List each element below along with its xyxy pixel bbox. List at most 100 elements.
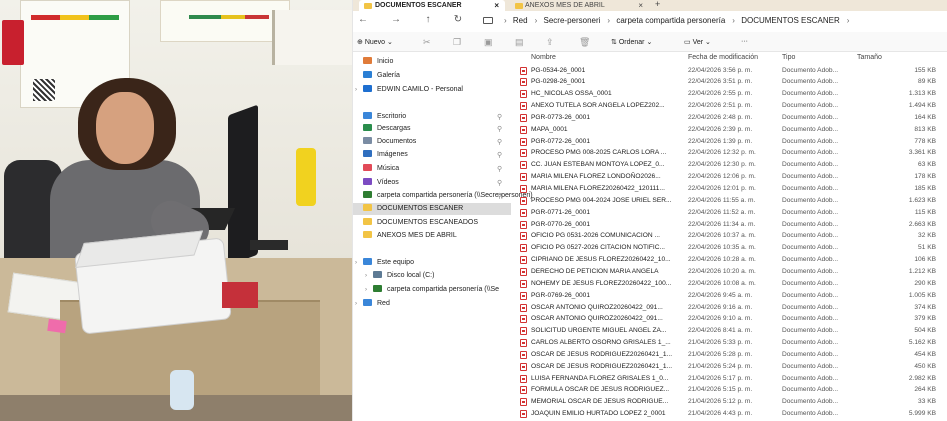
breadcrumb-item[interactable]: Red	[513, 16, 528, 25]
more-options-button[interactable]: ···	[741, 38, 748, 45]
videos-icon	[363, 178, 372, 185]
forward-arrow-icon[interactable]: →	[388, 14, 404, 25]
up-arrow-icon[interactable]: ↑	[420, 14, 436, 25]
file-row[interactable]: PROCESO PMG 004-2024 JOSE URIEL SER... 22…	[513, 195, 947, 207]
chevron-right-icon[interactable]: ›	[355, 301, 357, 307]
sidebar-item[interactable]: Galería	[363, 70, 400, 82]
file-row[interactable]: PGR-0772-26_0001 22/04/2026 1:39 p. m. Doc…	[513, 136, 947, 148]
share-icon[interactable]: ⇪	[546, 37, 554, 48]
chevron-right-icon[interactable]: ›	[355, 87, 357, 93]
file-row[interactable]: MARIA MILENA FLOREZ20260422_120111... 22/…	[513, 183, 947, 195]
new-tab-icon[interactable]: +	[655, 0, 660, 9]
file-row[interactable]: OSCAR DE JESUS RODRIGUEZ20260421_1... 21/…	[513, 349, 947, 361]
file-row[interactable]: ANEXO TUTELA SOR ANGELA LOPEZ202... 22/04…	[513, 100, 947, 112]
delete-icon[interactable]: 🗑	[579, 37, 590, 48]
file-size: 290 KB	[914, 279, 936, 287]
file-type: Documento Adob...	[782, 279, 839, 287]
pin-icon[interactable]: ⚲	[497, 165, 502, 173]
file-name: OFICIO PG 0531-2026 COMUNICACION ...	[531, 232, 660, 240]
pin-icon[interactable]: ⚲	[497, 125, 502, 133]
file-row[interactable]: JOAQUIN EMILIO HURTADO LOPEZ 2_0001 21/04…	[513, 408, 947, 420]
sidebar-item[interactable]: Este equipo	[363, 257, 414, 269]
file-row[interactable]: PGR-0771-26_0001 22/04/2026 11:52 a. m. Do…	[513, 207, 947, 219]
tab-documentos-escaner[interactable]: DOCUMENTOS ESCANER ×	[359, 0, 505, 11]
file-row[interactable]: PG-0298-26_0001 22/04/2026 3:51 p. m. Docu…	[513, 76, 947, 88]
close-icon[interactable]: ×	[638, 0, 643, 11]
chevron-right-icon[interactable]: ›	[365, 287, 367, 293]
sidebar-item[interactable]: Música	[363, 163, 399, 175]
file-row[interactable]: SOLICITUD URGENTE MIGUEL ANGEL ZA... 22/0…	[513, 325, 947, 337]
view-button[interactable]: ▭ Ver ⌄	[684, 38, 711, 46]
network-icon	[363, 299, 372, 306]
close-icon[interactable]: ×	[494, 0, 499, 11]
pin-icon[interactable]: ⚲	[497, 179, 502, 187]
paste-icon[interactable]: ▣	[484, 37, 493, 48]
file-row[interactable]: OSCAR DE JESUS RODRIGUEZ20260421_1... 21/…	[513, 361, 947, 373]
file-row[interactable]: CC. JUAN ESTEBAN MONTOYA LOPEZ_0... 22/04…	[513, 159, 947, 171]
file-size: 155 KB	[914, 66, 936, 74]
column-header-date[interactable]: Fecha de modificación	[688, 54, 758, 61]
file-row[interactable]: MAPA_0001 22/04/2026 2:39 p. m. Documento …	[513, 124, 947, 136]
file-row[interactable]: FORMULA OSCAR DE JESUS RODRIGUEZ... 21/04…	[513, 384, 947, 396]
file-row[interactable]: OFICIO PG 0527-2026 CITACION NOTIFIC... 2…	[513, 242, 947, 254]
file-type: Documento Adob...	[782, 327, 839, 335]
person-face	[96, 92, 154, 164]
file-row[interactable]: PGR-0773-26_0001 22/04/2026 2:48 p. m. Doc…	[513, 112, 947, 124]
file-row[interactable]: PROCESO PMG 008-2025 CARLOS LORA ... 22/0…	[513, 147, 947, 159]
file-row[interactable]: NOHEMY DE JESUS FLOREZ20260422_100... 22/…	[513, 278, 947, 290]
file-row[interactable]: PGR-0770-26_0001 22/04/2026 11:34 a. m. Do…	[513, 219, 947, 231]
pin-icon[interactable]: ⚲	[497, 192, 502, 200]
rename-icon[interactable]: ▤	[515, 37, 524, 48]
sidebar-item[interactable]: Disco local (C:)	[373, 270, 434, 282]
file-row[interactable]: CARLOS ALBERTO OSORNO GRISALES 1_... 21/0…	[513, 337, 947, 349]
breadcrumb-item[interactable]: DOCUMENTOS ESCANER	[741, 16, 840, 25]
pin-icon[interactable]: ⚲	[497, 138, 502, 146]
file-row[interactable]: CIPRIANO DE JESUS FLOREZ20260422_10... 22…	[513, 254, 947, 266]
file-row[interactable]: PGR-0769-26_0001 22/04/2026 9:45 a. m. Doc…	[513, 290, 947, 302]
sidebar-item[interactable]: DOCUMENTOS ESCANEADOS	[363, 217, 478, 229]
sidebar-item[interactable]: Escritorio	[363, 111, 406, 123]
back-arrow-icon[interactable]: ←	[355, 14, 371, 25]
refresh-icon[interactable]: ↻	[450, 14, 466, 25]
sidebar-item[interactable]: EDWIN CAMILO - Personal	[363, 84, 463, 96]
file-row[interactable]: MEMORIAL OSCAR DE JESUS RODRIGUE... 21/04…	[513, 396, 947, 408]
sidebar-item[interactable]: Inicio	[363, 56, 393, 68]
sidebar-item[interactable]: Red	[363, 298, 390, 310]
sidebar-item[interactable]: Documentos	[363, 136, 416, 148]
file-date: 22/04/2026 3:56 p. m.	[688, 66, 753, 74]
chevron-right-icon[interactable]: ›	[365, 273, 367, 279]
column-header-name[interactable]: Nombre	[531, 54, 556, 61]
file-row[interactable]: PG-0534-26_0001 22/04/2026 3:56 p. m. Docu…	[513, 65, 947, 77]
breadcrumb-item[interactable]: Secre-personeri	[544, 16, 601, 25]
file-row[interactable]: LUISA FERNANDA FLOREZ GRISALES 1_0... 21/…	[513, 373, 947, 385]
cut-icon[interactable]: ✂	[423, 37, 431, 48]
copy-icon[interactable]: ❐	[453, 37, 461, 48]
pdf-file-icon	[520, 386, 527, 395]
chevron-right-icon[interactable]: ›	[355, 260, 357, 266]
file-row[interactable]: MARIA MILENA FLOREZ LONDOÑO2026... 22/04/…	[513, 171, 947, 183]
tab-anexos-mes-de-abril[interactable]: ANEXOS MES DE ABRIL ×	[511, 0, 647, 11]
sort-button[interactable]: ⇅ Ordenar ⌄	[611, 38, 652, 46]
sidebar-item[interactable]: carpeta compartida personería (\\Se	[373, 284, 499, 296]
file-row[interactable]: DERECHO DE PETICION MARIA ANGELA 22/04/20…	[513, 266, 947, 278]
sidebar-item[interactable]: ANEXOS MES DE ABRIL	[363, 230, 457, 242]
sidebar-item[interactable]: Descargas	[363, 123, 410, 135]
new-button[interactable]: ⊕ Nuevo ⌄	[357, 38, 393, 46]
column-header-type[interactable]: Tipo	[782, 54, 795, 61]
file-name: OSCAR ANTONIO QUIROZ20260422_091...	[531, 303, 663, 311]
file-name: HC_NICOLAS OSSA_0001	[531, 90, 612, 98]
pin-icon[interactable]: ⚲	[497, 113, 502, 121]
sidebar-item[interactable]: DOCUMENTOS ESCANER	[353, 203, 511, 215]
file-row[interactable]: OSCAR ANTONIO QUIROZ20260422_091... 22/04…	[513, 302, 947, 314]
file-row[interactable]: OFICIO PG 0531-2026 COMUNICACION ... 22/0…	[513, 230, 947, 242]
column-header-size[interactable]: Tamaño	[857, 54, 882, 61]
file-row[interactable]: HC_NICOLAS OSSA_0001 22/04/2026 2:55 p. m…	[513, 88, 947, 100]
pin-icon[interactable]: ⚲	[497, 151, 502, 159]
file-type: Documento Adob...	[782, 220, 839, 228]
sidebar-item[interactable]: Imágenes	[363, 149, 408, 161]
sidebar-item[interactable]: Vídeos	[363, 177, 399, 189]
file-row[interactable]: OSCAR ANTONIO QUIROZ20260422_091... 22/04…	[513, 313, 947, 325]
folder-icon	[364, 3, 372, 9]
sidebar-item[interactable]: carpeta compartida personería (\\Secre-p…	[363, 190, 533, 202]
breadcrumb-item[interactable]: carpeta compartida personería	[616, 16, 725, 25]
